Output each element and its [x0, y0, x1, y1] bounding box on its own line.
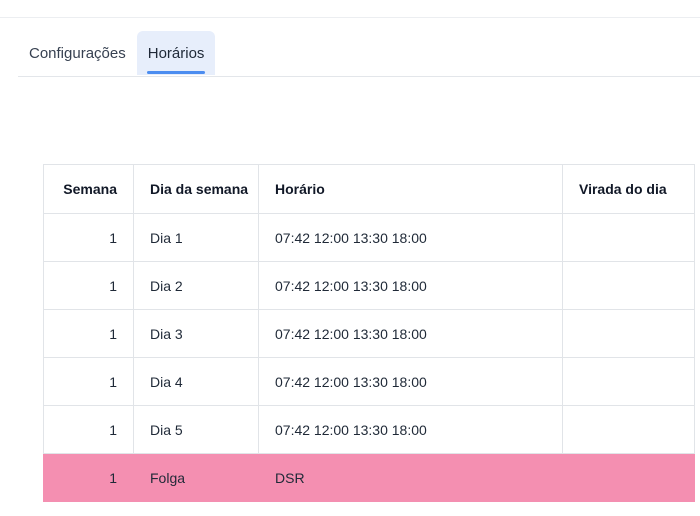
table-row[interactable]: 1 Dia 2 07:42 12:00 13:30 18:00: [43, 261, 695, 310]
cell-semana: 1: [43, 405, 134, 454]
header-horario[interactable]: Horário: [258, 164, 563, 214]
cell-virada: [562, 357, 695, 406]
top-divider: [0, 17, 700, 18]
table-header-row: Semana Dia da semana Horário Virada do d…: [43, 164, 695, 214]
cell-virada: [562, 453, 695, 502]
cell-horario: 07:42 12:00 13:30 18:00: [258, 357, 563, 406]
tab-horarios[interactable]: Horários: [136, 31, 216, 75]
cell-virada: [562, 405, 695, 454]
cell-dia: Dia 4: [133, 357, 259, 406]
schedule-table-container: Semana Dia da semana Horário Virada do d…: [43, 164, 695, 502]
table-row[interactable]: 1 Dia 1 07:42 12:00 13:30 18:00: [43, 213, 695, 262]
tab-label: Horários: [147, 44, 205, 62]
tab-bar: Configurações Horários: [18, 31, 700, 77]
tab-configuracoes[interactable]: Configurações: [18, 31, 137, 75]
cell-horario: 07:42 12:00 13:30 18:00: [258, 405, 563, 454]
table-row-folga[interactable]: 1 Folga DSR: [43, 453, 695, 502]
table-row[interactable]: 1 Dia 5 07:42 12:00 13:30 18:00: [43, 405, 695, 454]
cell-semana: 1: [43, 261, 134, 310]
cell-semana: 1: [43, 453, 134, 502]
cell-dia: Dia 5: [133, 405, 259, 454]
cell-horario: DSR: [258, 453, 563, 502]
cell-semana: 1: [43, 357, 134, 406]
table-row[interactable]: 1 Dia 4 07:42 12:00 13:30 18:00: [43, 357, 695, 406]
active-tab-indicator: [146, 71, 206, 74]
schedule-table: Semana Dia da semana Horário Virada do d…: [43, 164, 695, 502]
cell-horario: 07:42 12:00 13:30 18:00: [258, 309, 563, 358]
cell-horario: 07:42 12:00 13:30 18:00: [258, 261, 563, 310]
cell-virada: [562, 213, 695, 262]
cell-horario: 07:42 12:00 13:30 18:00: [258, 213, 563, 262]
cell-dia: Dia 1: [133, 213, 259, 262]
cell-virada: [562, 309, 695, 358]
cell-dia: Dia 3: [133, 309, 259, 358]
cell-virada: [562, 261, 695, 310]
header-semana[interactable]: Semana: [43, 164, 134, 214]
cell-dia: Dia 2: [133, 261, 259, 310]
cell-dia: Folga: [133, 453, 259, 502]
table-row[interactable]: 1 Dia 3 07:42 12:00 13:30 18:00: [43, 309, 695, 358]
page: Configurações Horários Semana Dia da sem…: [0, 0, 700, 516]
header-virada-do-dia[interactable]: Virada do dia: [562, 164, 695, 214]
cell-semana: 1: [43, 309, 134, 358]
header-dia-da-semana[interactable]: Dia da semana: [133, 164, 259, 214]
cell-semana: 1: [43, 213, 134, 262]
tab-label: Configurações: [29, 44, 126, 62]
